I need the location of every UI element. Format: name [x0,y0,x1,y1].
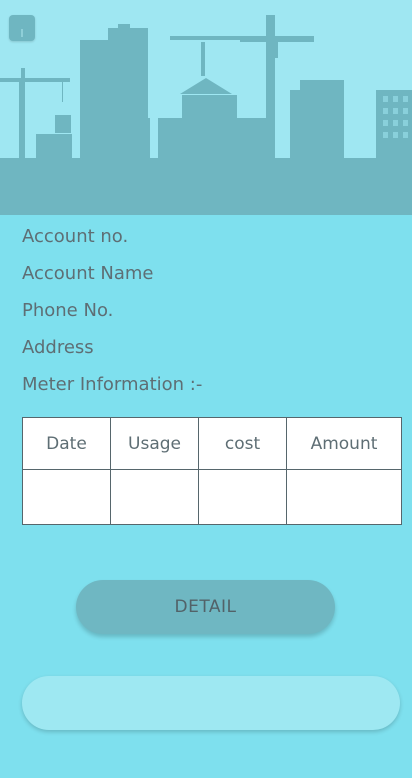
table-cell-usage [111,470,199,524]
account-no-label: Account no. [22,226,129,247]
table-cell-cost [199,470,287,524]
table-cell-amount [287,470,401,524]
bottom-input-field[interactable] [22,676,400,730]
meter-info-label: Meter Information :- [22,374,203,395]
phone-label: Phone No. [22,300,114,321]
table-header-usage: Usage [111,418,199,470]
detail-button[interactable]: DETAIL [76,580,335,634]
table-header-date: Date [23,418,111,470]
meter-table: Date Usage cost Amount [22,417,402,525]
table-cell-date [23,470,111,524]
detail-button-label: DETAIL [174,597,237,617]
header-banner [0,0,412,215]
account-name-label: Account Name [22,263,154,284]
table-header-cost: cost [199,418,287,470]
address-label: Address [22,337,94,358]
back-icon [21,29,23,37]
back-button[interactable] [9,15,35,41]
table-header-amount: Amount [287,418,401,470]
city-construction-illustration [0,15,412,215]
